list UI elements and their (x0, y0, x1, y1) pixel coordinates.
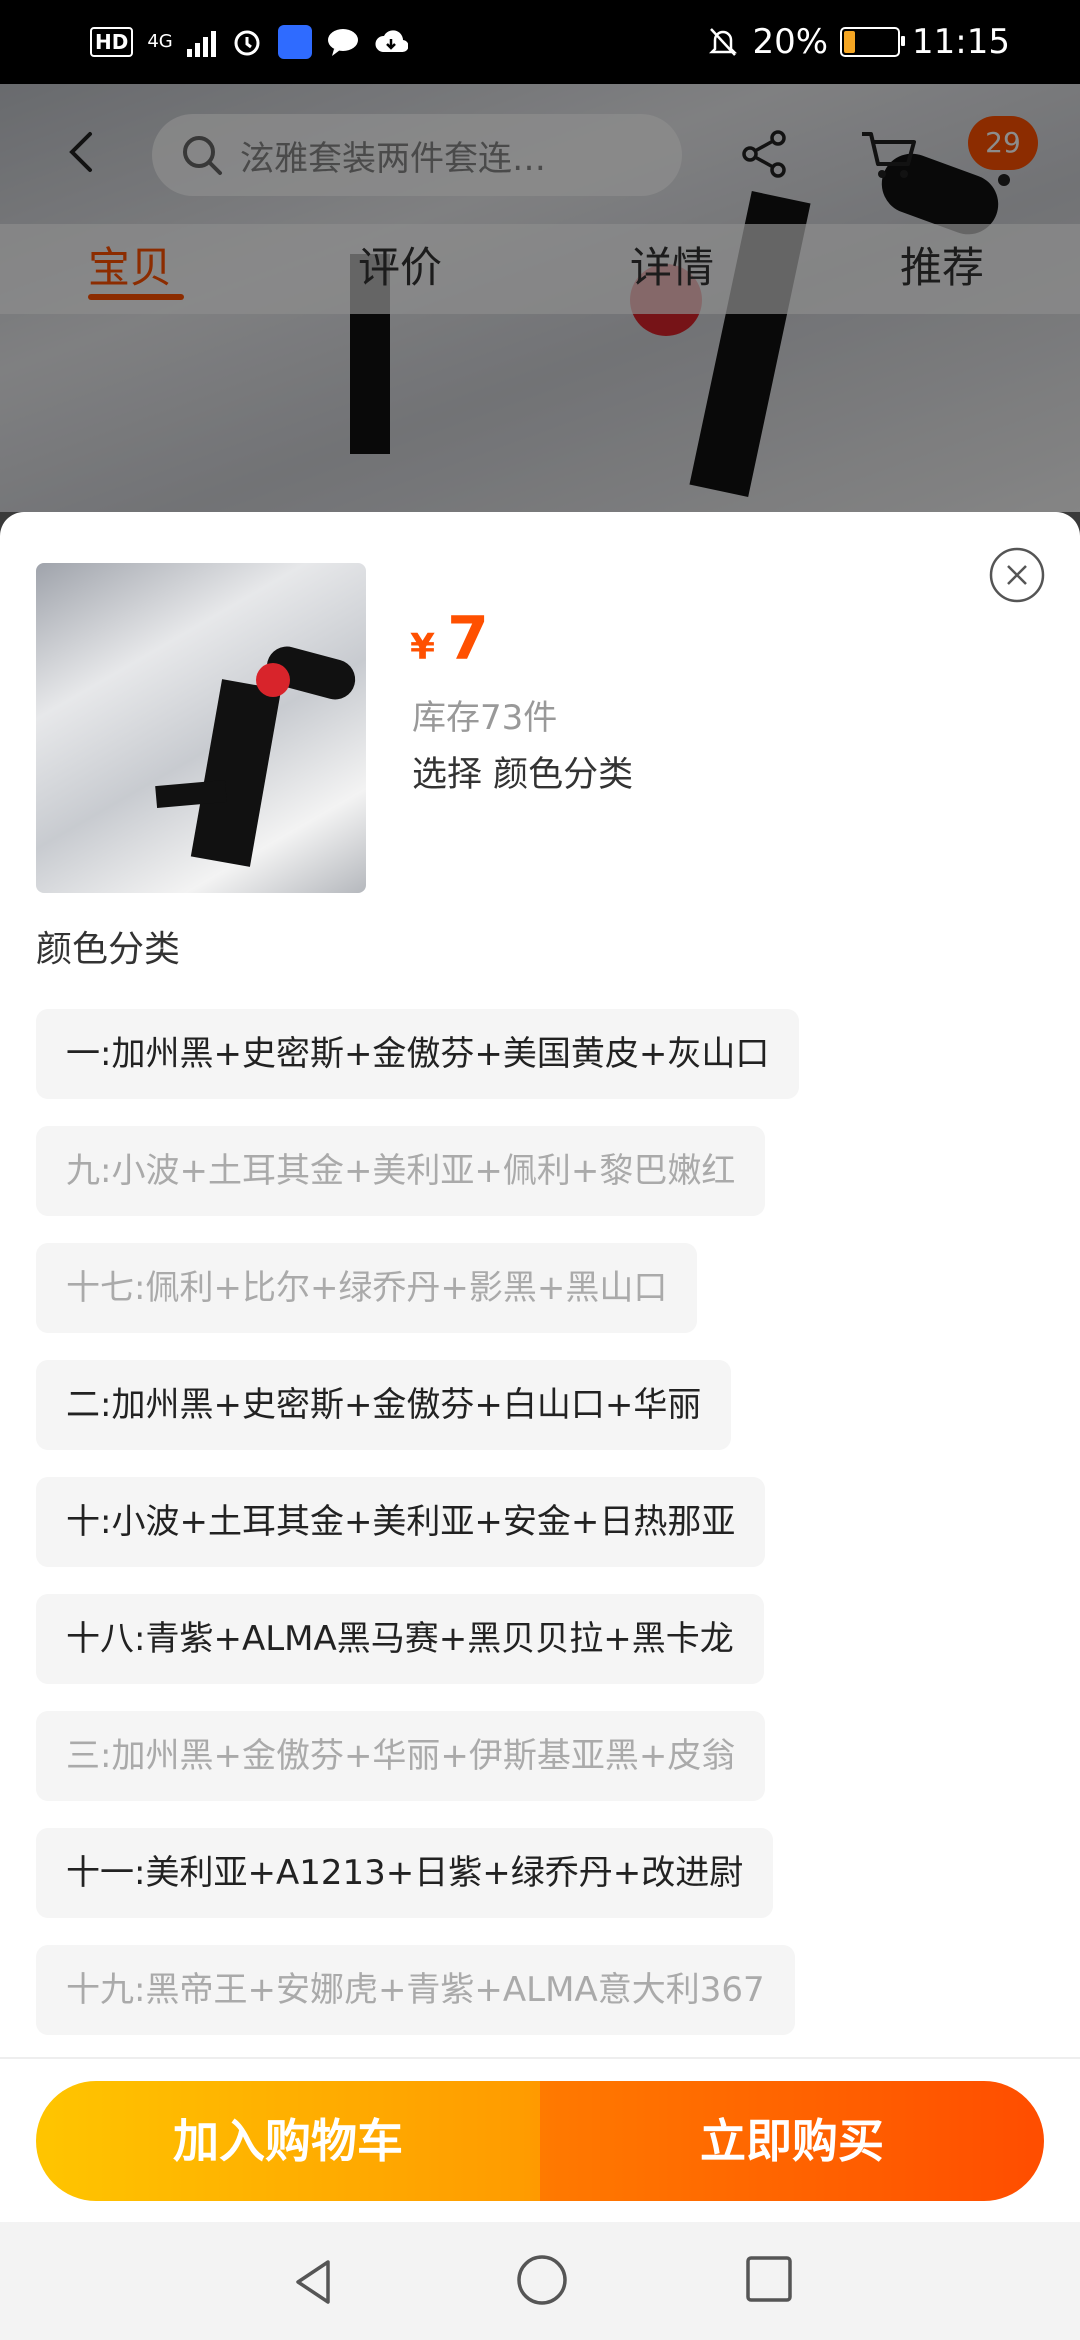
hd-badge: HD (90, 27, 134, 57)
stock-count: 库存73件 (412, 698, 558, 738)
color-options-list: 一:加州黑+史密斯+金傲芬+美国黄皮+灰山口 九:小波+土耳其金+美利亚+佩利+… (36, 1009, 1044, 2062)
status-right: 20% 11:15 (706, 18, 1010, 66)
action-footer: 加入购物车 立即购买 (0, 2057, 1080, 2224)
status-bar: HD 4G 20% 11:15 (0, 0, 1080, 84)
cloud-download-icon (374, 25, 408, 59)
color-category-title: 颜色分类 (36, 929, 181, 970)
system-nav-bar (0, 2222, 1080, 2340)
currency-symbol: ¥ (410, 627, 436, 668)
baidu-app-icon (277, 25, 312, 59)
option-chip[interactable]: 一:加州黑+史密斯+金傲芬+美国黄皮+灰山口 (36, 1009, 800, 1099)
price: ¥ 7 (410, 604, 489, 674)
close-icon[interactable] (988, 546, 1046, 604)
option-chip-disabled[interactable]: 十九:黑帝王+安娜虎+青紫+ALMA意大利367 (36, 1945, 795, 2035)
option-chip-disabled[interactable]: 十七:佩利+比尔+绿乔丹+影黑+黑山口 (36, 1243, 698, 1333)
selection-prompt: 选择 颜色分类 (412, 755, 634, 795)
product-page-background: 泫雅套装两件套连… 29 宝贝 评价 详情 推荐 (0, 84, 1080, 512)
product-thumbnail (36, 563, 366, 893)
sku-selection-sheet: ¥ 7 库存73件 选择 颜色分类 颜色分类 一:加州黑+史密斯+金傲芬+美国黄… (0, 512, 1080, 2228)
signal-icon (186, 27, 216, 57)
nav-home-icon[interactable] (514, 2252, 570, 2308)
option-chip-disabled[interactable]: 三:加州黑+金傲芬+华丽+伊斯基亚黑+皮翁 (36, 1711, 766, 1801)
option-chip[interactable]: 十八:青紫+ALMA黑马赛+黑贝贝拉+黑卡龙 (36, 1594, 764, 1684)
overlay-dim[interactable] (0, 84, 1080, 512)
battery-percent: 20% (752, 22, 829, 62)
option-chip[interactable]: 二:加州黑+史密斯+金傲芬+白山口+华丽 (36, 1360, 732, 1450)
add-to-cart-button[interactable]: 加入购物车 (36, 2081, 540, 2201)
network-type: 4G (147, 31, 173, 52)
alarm-icon (230, 25, 264, 59)
battery-icon (840, 27, 906, 57)
status-left: HD 4G (90, 18, 408, 66)
clock: 11:15 (912, 22, 1010, 62)
nav-back-icon[interactable] (284, 2252, 344, 2312)
price-value: 7 (447, 604, 489, 674)
buy-now-button[interactable]: 立即购买 (540, 2081, 1044, 2201)
option-chip-disabled[interactable]: 九:小波+土耳其金+美利亚+佩利+黎巴嫩红 (36, 1126, 766, 1216)
message-icon (326, 25, 360, 59)
mute-notification-icon (706, 25, 740, 59)
option-chip[interactable]: 十:小波+土耳其金+美利亚+安金+日热那亚 (36, 1477, 766, 1567)
option-chip[interactable]: 十一:美利亚+A1213+日紫+绿乔丹+改进尉 (36, 1828, 774, 1918)
nav-recent-apps-icon[interactable] (744, 2254, 794, 2304)
